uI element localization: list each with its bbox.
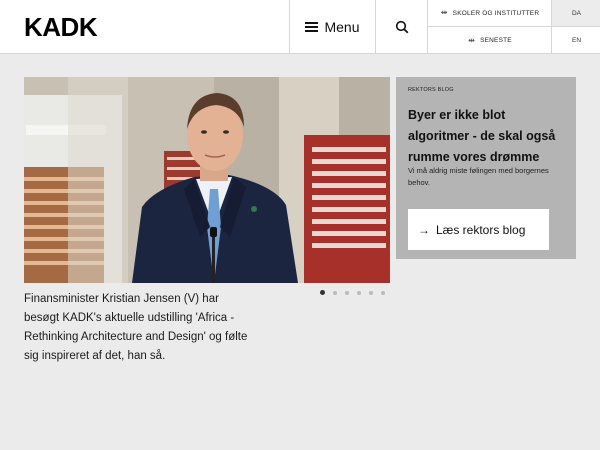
link-label: SKOLER OG INSTITUTTER	[452, 9, 540, 17]
search-button[interactable]	[375, 0, 427, 54]
hero-photo	[24, 77, 390, 283]
lang-en[interactable]: EN	[552, 27, 600, 54]
search-icon	[395, 20, 408, 34]
slider-dot[interactable]	[333, 290, 337, 295]
slider-dot[interactable]	[357, 290, 361, 295]
rektors-blog-box: REKTORS BLOG Byer er ikke blot algoritme…	[396, 77, 576, 259]
hamburger-icon	[305, 22, 319, 32]
link-skoler-og-institutter[interactable]: ⇹ SKOLER OG INSTITUTTER	[428, 0, 552, 27]
blog-subtitle: Vi må aldrig miste følingen med borgerne…	[408, 166, 549, 187]
blog-tag: REKTORS BLOG	[408, 87, 454, 93]
slider-dot[interactable]	[320, 290, 325, 295]
link-label: SENESTE	[480, 37, 512, 44]
arrows-icon: ⇹	[440, 8, 448, 17]
arrow-right-icon: →	[418, 222, 430, 237]
slider-dots	[320, 290, 385, 295]
read-blog-button[interactable]: → Læs rektors blog	[408, 209, 549, 250]
slide-caption: Finansminister Kristian Jensen (V) har b…	[24, 293, 248, 362]
slider-dot[interactable]	[381, 290, 385, 295]
header-links: ⇹ SKOLER OG INSTITUTTER ⇹ SENESTE	[427, 0, 552, 54]
arrows-icon: ⇹	[468, 35, 476, 45]
hero-slide-image[interactable]	[24, 77, 390, 283]
blog-title[interactable]: Byer er ikke blot algoritmer - de skal o…	[408, 105, 568, 168]
menu-button[interactable]: Menu	[289, 0, 375, 54]
menu-label: Menu	[324, 19, 360, 35]
language-switcher: DA EN	[551, 0, 600, 54]
site-header: KADK Menu ⇹ SKOLER OG INSTITUTTER ⇹ SENE…	[0, 0, 600, 54]
read-blog-label: Læs rektors blog	[436, 222, 526, 237]
kadk-logo[interactable]: KADK	[24, 12, 98, 43]
link-seneste[interactable]: ⇹ SENESTE	[428, 27, 552, 54]
slider-dot[interactable]	[345, 290, 349, 295]
slider-dot[interactable]	[369, 290, 373, 295]
lang-da[interactable]: DA	[552, 0, 600, 27]
